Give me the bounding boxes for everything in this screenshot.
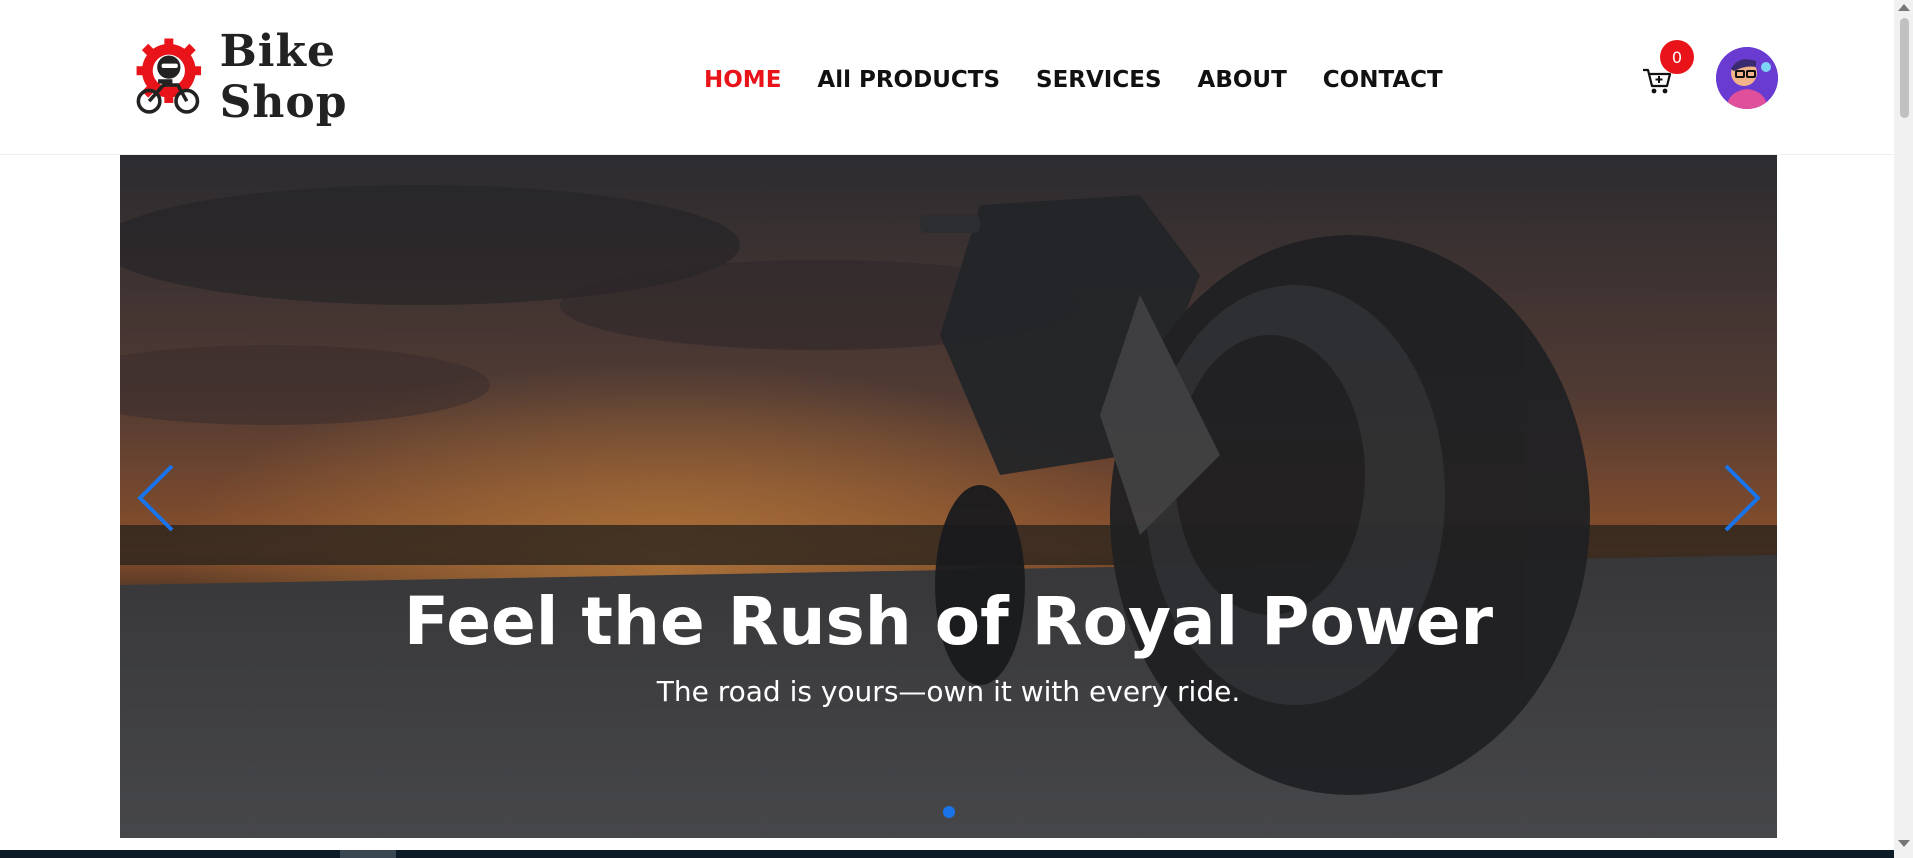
logo-text: Bike Shop xyxy=(219,26,348,128)
site-logo[interactable]: Bike Shop xyxy=(133,26,453,128)
nav-contact[interactable]: CONTACT xyxy=(1323,62,1443,98)
scroll-down-arrow[interactable] xyxy=(1898,840,1910,847)
slider-prev-button[interactable] xyxy=(134,462,178,534)
site-header: Bike Shop HOME All PRODUCTS SERVICES ABO… xyxy=(0,0,1894,155)
logo-mark-icon xyxy=(136,38,202,114)
hero-slider: Feel the Rush of Royal Power The road is… xyxy=(120,155,1777,838)
chevron-right-icon xyxy=(1724,464,1761,532)
user-avatar[interactable] xyxy=(1716,47,1778,109)
nav-home[interactable]: HOME xyxy=(704,62,781,98)
hero-image xyxy=(120,155,1777,838)
slider-next-button[interactable] xyxy=(1720,462,1764,534)
scroll-thumb[interactable] xyxy=(1900,18,1909,118)
hero-title: Feel the Rush of Royal Power xyxy=(403,583,1494,660)
cart-count-badge: 0 xyxy=(1660,40,1694,74)
avatar-icon xyxy=(1716,47,1778,109)
main-nav: HOME All PRODUCTS SERVICES ABOUT CONTACT xyxy=(704,62,1443,98)
hero-subtitle: The road is yours—own it with every ride… xyxy=(656,675,1241,708)
vertical-scrollbar[interactable] xyxy=(1894,0,1913,858)
slider-dot-1[interactable] xyxy=(943,806,955,818)
nav-all-products[interactable]: All PRODUCTS xyxy=(817,62,1000,98)
horizontal-scroll-thumb[interactable] xyxy=(340,850,396,858)
chevron-left-icon xyxy=(137,464,174,532)
page: Bike Shop HOME All PRODUCTS SERVICES ABO… xyxy=(0,0,1913,858)
scroll-up-arrow[interactable] xyxy=(1898,4,1910,11)
nav-about[interactable]: ABOUT xyxy=(1198,62,1287,98)
horizontal-scrollbar[interactable] xyxy=(0,850,1894,858)
nav-services[interactable]: SERVICES xyxy=(1036,62,1162,98)
